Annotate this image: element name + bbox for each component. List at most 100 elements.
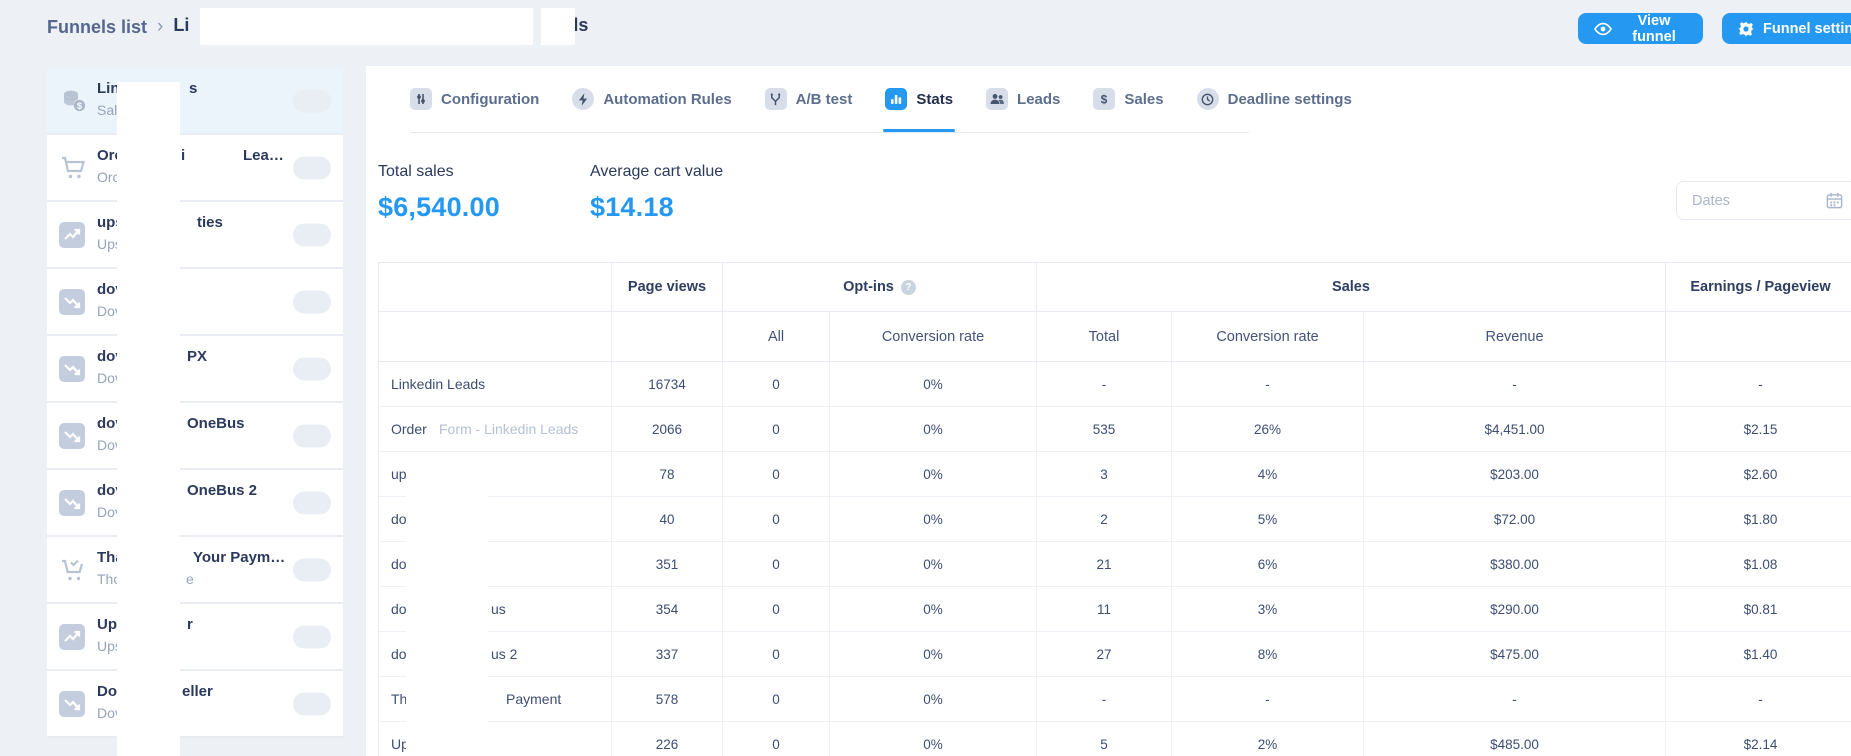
tab-label: Configuration — [441, 90, 540, 108]
item-menu-button[interactable] — [293, 290, 331, 313]
revenue-cell: $485.00 — [1364, 722, 1666, 756]
earnings-cell: - — [1666, 362, 1851, 406]
text-fragment: Your Paym… — [193, 549, 286, 566]
chart-down-icon — [59, 288, 85, 315]
sales-conversion-cell: 2% — [1172, 722, 1364, 756]
view-funnel-button[interactable]: View funnel — [1578, 12, 1703, 45]
text-fragment: OneBus 2 — [187, 482, 258, 499]
step-name-cell: Order Form - Linkedin Leads — [379, 407, 612, 451]
text-fragment: Li — [173, 15, 190, 35]
optins-all-cell: 0 — [723, 542, 830, 586]
item-menu-button[interactable] — [293, 491, 331, 514]
text-fragment: PX — [187, 348, 208, 365]
tab-sales[interactable]: $ Sales — [1093, 66, 1164, 132]
text-fragment: s — [189, 80, 198, 97]
text-fragment: r — [187, 616, 193, 633]
tab-deadline-settings[interactable]: Deadline settings — [1196, 66, 1352, 132]
item-menu-button[interactable] — [293, 223, 331, 246]
svg-text:$: $ — [77, 100, 82, 110]
table-row: Linkedin Leads 16734 0 0% - - - - — [379, 362, 1851, 407]
tab-a-b-test[interactable]: A/B test — [764, 66, 852, 132]
help-icon[interactable]: ? — [900, 279, 916, 295]
optins-all-cell: 0 — [723, 407, 830, 451]
redaction-box — [200, 8, 533, 45]
text-fragment: OneBus — [187, 415, 245, 432]
view-funnel-label: View funnel — [1632, 12, 1676, 45]
page-views-cell: 40 — [612, 497, 723, 541]
eye-icon — [1594, 22, 1612, 36]
sales-header: Sales — [1037, 263, 1666, 311]
text-fragment: Sal — [97, 102, 118, 118]
text-fragment: Th — [391, 691, 408, 707]
table-row: Order Form - Linkedin Leads 2066 0 0% 535 26%… — [379, 407, 1851, 452]
table-row: do 351 0 0% 21 6% $380.00 $1.08 — [379, 542, 1851, 587]
page-views-cell: 78 — [612, 452, 723, 496]
optin-conversion-cell: 0% — [830, 632, 1037, 676]
calendar-icon[interactable] — [1825, 191, 1844, 210]
breadcrumb-funnels-list[interactable]: Funnels list — [47, 17, 147, 38]
earnings-header: Earnings / Pageview — [1666, 263, 1851, 311]
sales-total-cell: 11 — [1037, 587, 1172, 631]
text-fragment: e — [186, 571, 194, 587]
sales-total-cell: 3 — [1037, 452, 1172, 496]
item-menu-button[interactable] — [293, 89, 331, 112]
item-menu-button[interactable] — [293, 692, 331, 715]
active-tab-underline — [883, 129, 956, 132]
cart-check-icon — [59, 555, 89, 585]
sidebar-item-5[interactable]: dov PX Dov — [47, 336, 343, 403]
dates-input[interactable] — [1690, 191, 1817, 210]
sidebar-item-3[interactable]: ups ties Ups — [47, 202, 343, 269]
optin-conversion-subheader: Conversion rate — [830, 312, 1037, 361]
table-row: do 40 0 0% 2 5% $72.00 $1.80 — [379, 497, 1851, 542]
sidebar-item-8[interactable]: Tha Your Paym… Tho e — [47, 537, 343, 604]
sidebar-item-6[interactable]: dov OneBus Dov — [47, 403, 343, 470]
optin-conversion-cell: 0% — [830, 722, 1037, 756]
total-sales-value: $6,540.00 — [378, 192, 500, 222]
item-menu-button[interactable] — [293, 625, 331, 648]
tab-automation-rules[interactable]: Automation Rules — [572, 66, 732, 132]
sidebar-item-1[interactable]: $ Lin s Sal — [47, 68, 343, 135]
funnel-settings-button[interactable]: Funnel settings — [1722, 13, 1851, 44]
sales-total-cell: 5 — [1037, 722, 1172, 756]
tab-label: Deadline settings — [1227, 90, 1352, 108]
item-menu-button[interactable] — [293, 424, 331, 447]
total-subheader: Total — [1037, 312, 1172, 361]
sidebar-item-7[interactable]: dov OneBus 2 Dov — [47, 470, 343, 537]
sales-conversion-cell: 26% — [1172, 407, 1364, 451]
page-views-header: Page views — [612, 263, 723, 311]
text-fragment: us — [491, 601, 506, 617]
sales-total-cell: 2 — [1037, 497, 1172, 541]
revenue-cell: $4,451.00 — [1364, 407, 1666, 451]
tab-stats[interactable]: Stats — [883, 66, 956, 132]
main-panel: Configuration Automation Rules A/B test … — [366, 66, 1851, 756]
sidebar-item-2[interactable]: Orc i Lea… Orc — [47, 135, 343, 202]
item-menu-button[interactable] — [293, 558, 331, 581]
dates-filter — [1676, 181, 1851, 220]
coins-icon: $ — [59, 86, 89, 116]
clock-icon — [1196, 88, 1219, 110]
tab-configuration[interactable]: Configuration — [410, 66, 539, 132]
total-sales-label: Total sales — [378, 163, 454, 180]
step-name-cell: Linkedin Leads — [379, 362, 612, 406]
sidebar-item-10[interactable]: Dor eller Dov — [47, 671, 343, 738]
sidebar-item-9[interactable]: Ups r Ups — [47, 604, 343, 671]
sidebar-item-4[interactable]: dov Dov — [47, 269, 343, 336]
text-fragment: do — [391, 646, 407, 662]
earnings-cell: $2.14 — [1666, 722, 1851, 756]
tab-label: Leads — [1017, 90, 1061, 108]
tab-leads[interactable]: Leads — [986, 66, 1060, 132]
redaction-box — [117, 82, 180, 756]
chart-up-icon — [59, 221, 85, 248]
text-fragment: i — [181, 147, 186, 164]
table-row: Th Payment 578 0 0% - - - - — [379, 677, 1851, 722]
optins-all-cell: 0 — [723, 722, 830, 756]
average-cart-value: $14.18 — [590, 192, 674, 222]
item-menu-button[interactable] — [293, 156, 331, 179]
optin-conversion-cell: 0% — [830, 677, 1037, 721]
item-menu-button[interactable] — [293, 357, 331, 380]
table-row: ups 78 0 0% 3 4% $203.00 $2.60 — [379, 452, 1851, 497]
optins-all-cell: 0 — [723, 632, 830, 676]
text-fragment: Order — [391, 421, 427, 437]
sales-conversion-cell: - — [1172, 362, 1364, 406]
average-cart-stat: Average cart value $14.18 — [590, 163, 723, 223]
